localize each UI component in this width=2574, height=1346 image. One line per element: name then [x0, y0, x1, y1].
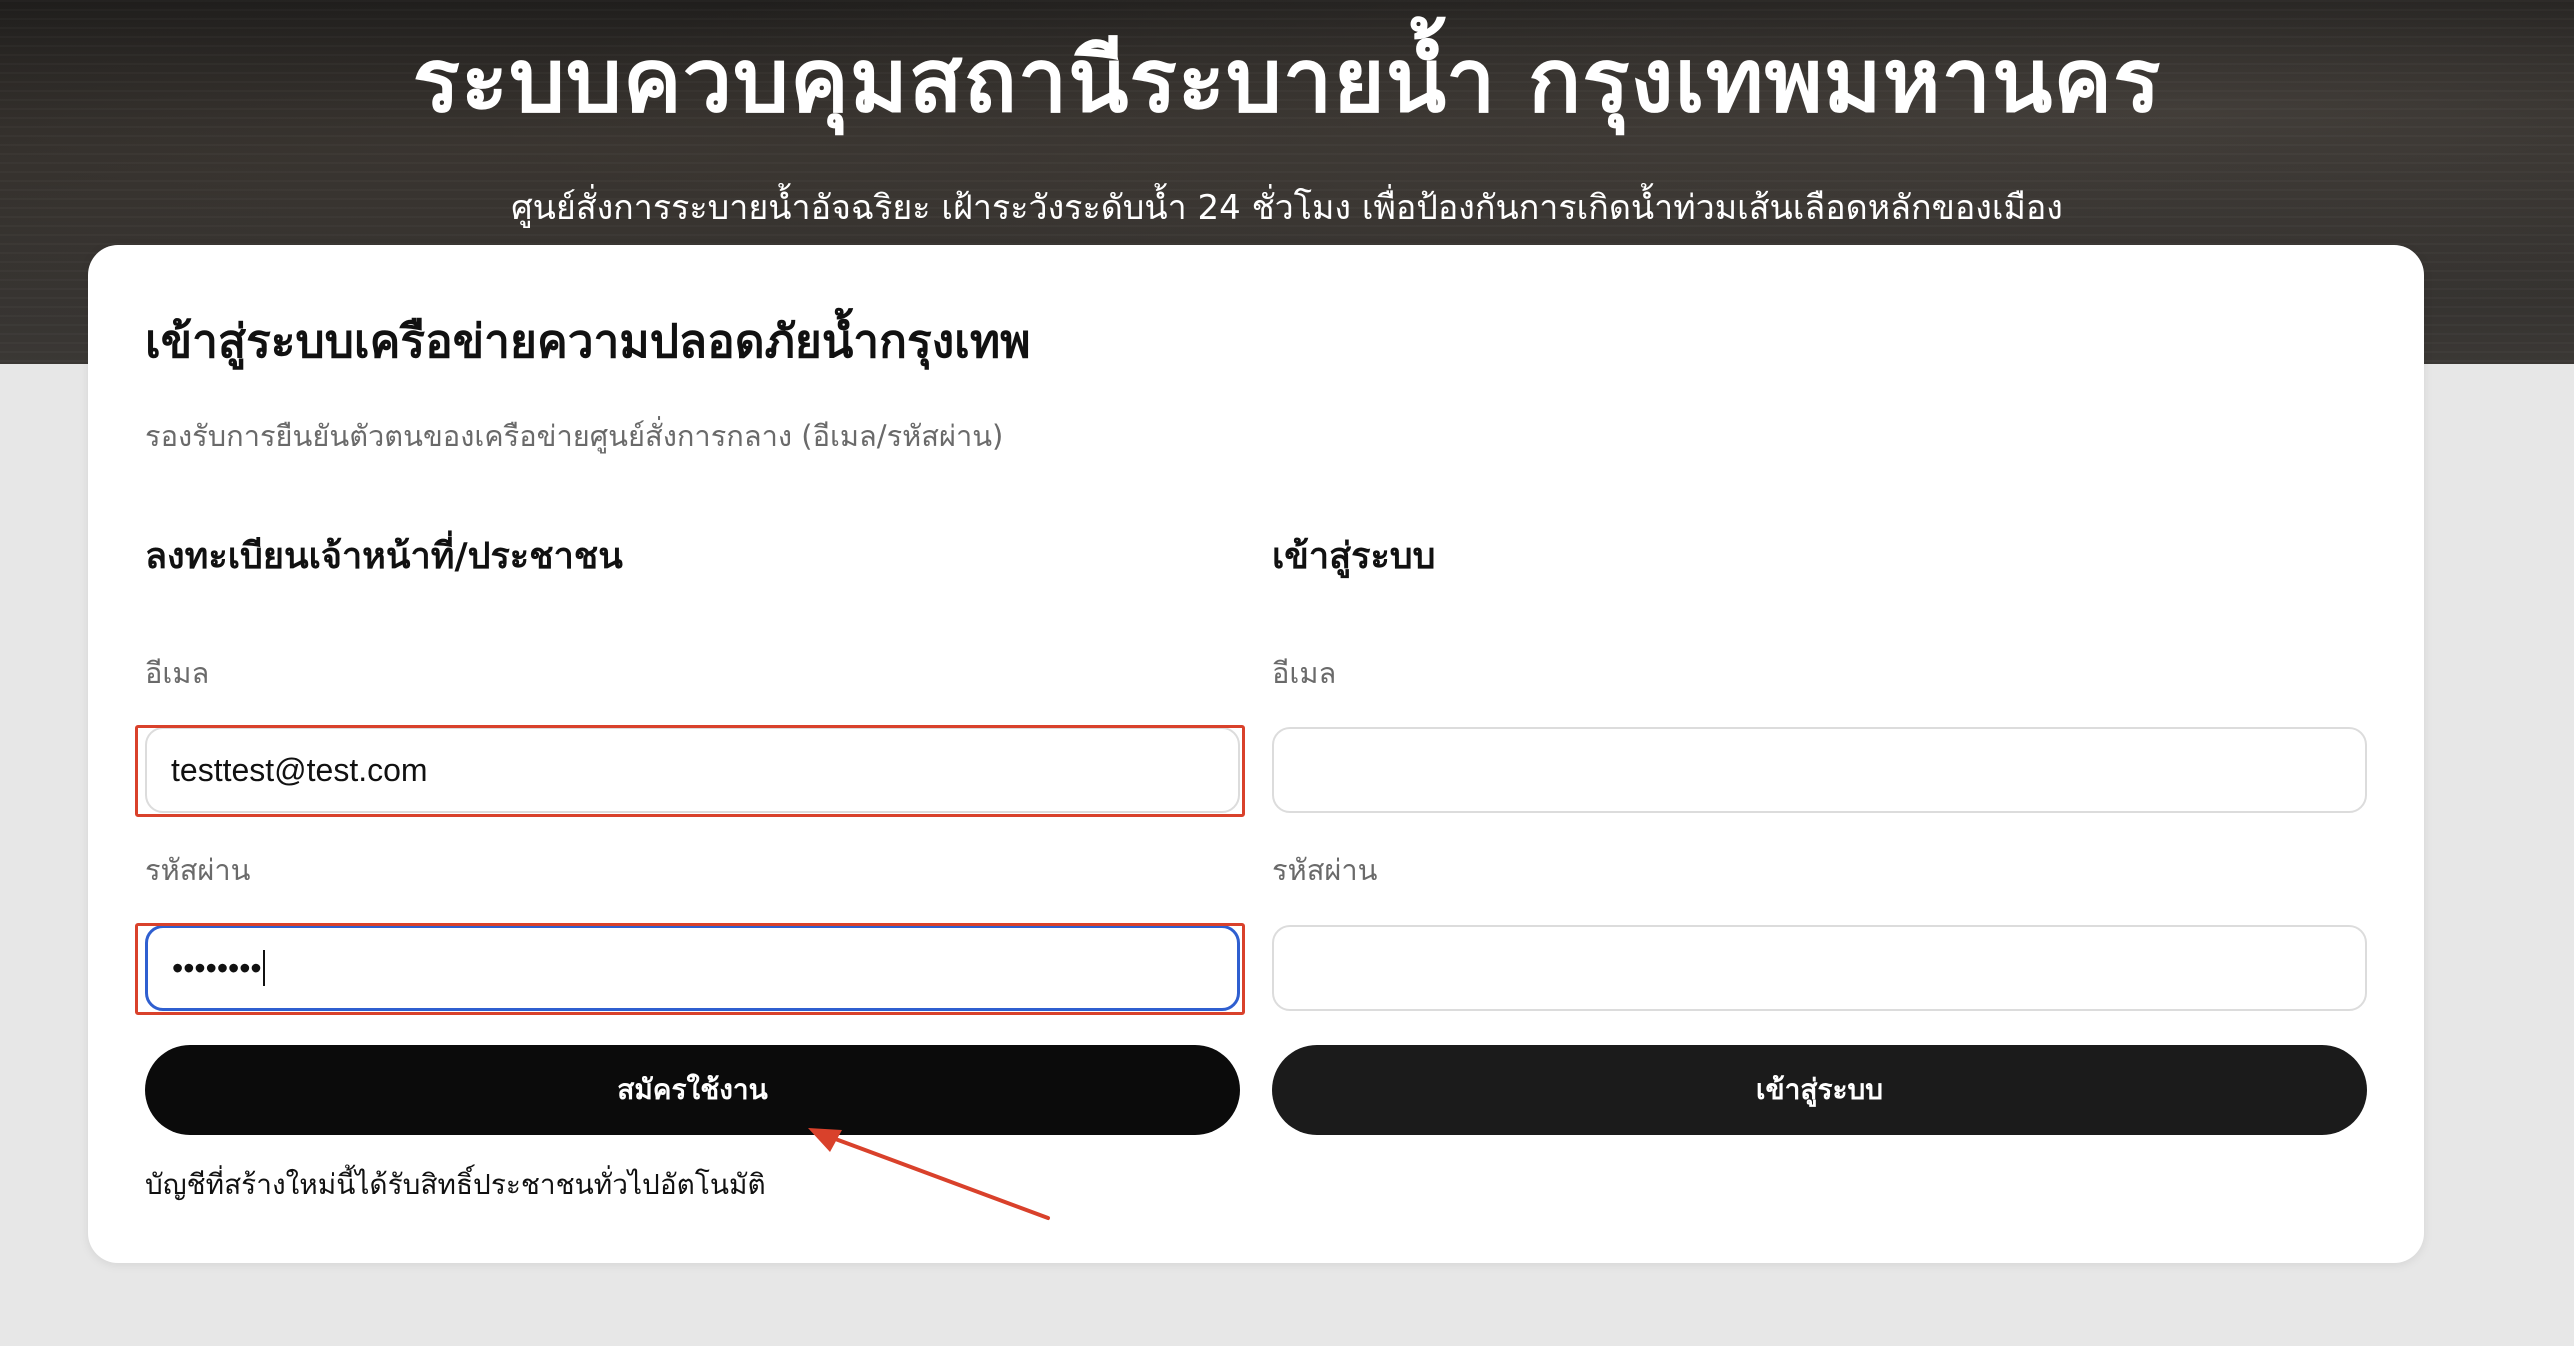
auth-card: เข้าสู่ระบบเครือข่ายความปลอดภัยน้ำกรุงเท…	[88, 245, 2424, 1263]
register-email-label: อีเมล	[145, 656, 210, 690]
page: ระบบควบคุมสถานีระบายน้ำ กรุงเทพมหานคร ศู…	[0, 0, 2574, 1346]
register-password-value: ••••••••	[172, 949, 262, 986]
register-email-field[interactable]: testtest@test.com	[145, 727, 1240, 813]
register-password-label: รหัสผ่าน	[145, 853, 251, 887]
annotation-arrow-icon	[808, 1128, 1050, 1220]
register-title: ลงทะเบียนเจ้าหน้าที่/ประชาชน	[145, 536, 623, 577]
card-description: รองรับการยืนยันตัวตนของเครือข่ายศูนย์สั่…	[145, 419, 1004, 453]
register-button[interactable]: สมัครใช้งาน	[145, 1045, 1240, 1135]
login-email-field[interactable]	[1272, 727, 2367, 813]
login-button[interactable]: เข้าสู่ระบบ	[1272, 1045, 2367, 1135]
register-note: บัญชีที่สร้างใหม่นี้ได้รับสิทธิ์ประชาชนท…	[145, 1168, 766, 1201]
login-password-field[interactable]	[1272, 925, 2367, 1011]
login-password-label: รหัสผ่าน	[1272, 853, 1378, 887]
login-title: เข้าสู่ระบบ	[1272, 536, 1436, 577]
login-email-label: อีเมล	[1272, 656, 1337, 690]
page-subtitle: ศูนย์สั่งการระบายน้ำอัจฉริยะ เฝ้าระวังระ…	[511, 188, 2063, 228]
register-password-field[interactable]: ••••••••	[145, 925, 1240, 1011]
card-title: เข้าสู่ระบบเครือข่ายความปลอดภัยน้ำกรุงเท…	[145, 314, 1031, 368]
text-caret	[262, 950, 265, 986]
register-email-value: testtest@test.com	[171, 751, 428, 788]
page-title: ระบบควบคุมสถานีระบายน้ำ กรุงเทพมหานคร	[412, 29, 2162, 132]
